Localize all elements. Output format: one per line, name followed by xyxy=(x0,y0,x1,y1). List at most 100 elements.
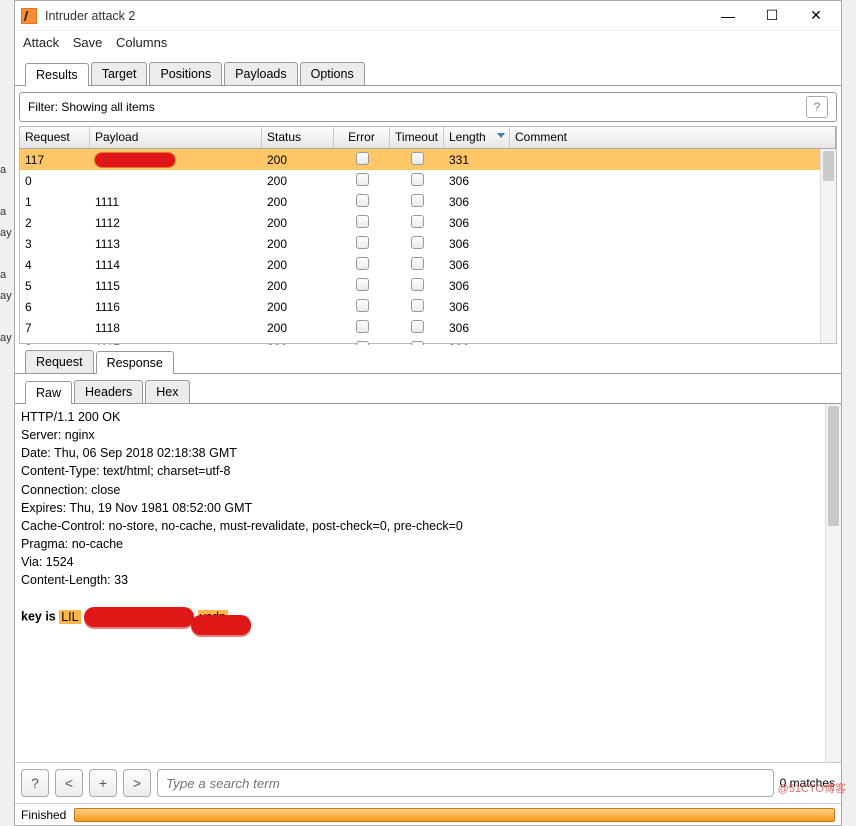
menu-columns[interactable]: Columns xyxy=(116,35,167,50)
cell-payload: 1117 xyxy=(90,340,262,346)
cell-request: 3 xyxy=(20,235,90,253)
tab-headers[interactable]: Headers xyxy=(74,380,143,403)
col-status[interactable]: Status xyxy=(262,127,334,148)
checkbox-icon xyxy=(411,341,424,346)
status-text: Finished xyxy=(21,808,66,822)
col-request[interactable]: Request xyxy=(20,127,90,148)
col-length[interactable]: Length xyxy=(444,127,510,148)
search-help-button[interactable]: ? xyxy=(21,769,49,797)
search-next-button[interactable]: > xyxy=(123,769,151,797)
checkbox-icon xyxy=(356,215,369,228)
resp-line: Via: 1524 xyxy=(21,553,835,571)
checkbox-icon xyxy=(356,173,369,186)
tab-options[interactable]: Options xyxy=(300,62,365,85)
cell-timeout xyxy=(390,339,444,346)
checkbox-icon xyxy=(356,257,369,270)
col-comment[interactable]: Comment xyxy=(510,127,836,148)
search-add-button[interactable]: + xyxy=(89,769,117,797)
cell-status: 200 xyxy=(262,193,334,211)
tab-request[interactable]: Request xyxy=(25,350,94,373)
cell-length: 306 xyxy=(444,193,510,211)
checkbox-icon xyxy=(411,236,424,249)
scrollbar[interactable] xyxy=(820,149,836,343)
checkbox-icon xyxy=(356,236,369,249)
cell-status: 200 xyxy=(262,298,334,316)
cell-comment xyxy=(510,305,836,309)
tab-response[interactable]: Response xyxy=(96,351,174,374)
watermark: @51CTO博客 xyxy=(778,780,846,796)
checkbox-icon xyxy=(411,152,424,165)
tab-raw[interactable]: Raw xyxy=(25,381,72,404)
cell-payload: 1118 xyxy=(90,319,262,337)
tab-target[interactable]: Target xyxy=(91,62,148,85)
close-button[interactable]: ✕ xyxy=(803,7,829,24)
checkbox-icon xyxy=(356,194,369,207)
cell-error xyxy=(334,276,390,296)
scrollbar[interactable] xyxy=(825,404,841,762)
table-row[interactable]: 81117200306 xyxy=(20,338,836,345)
cell-comment xyxy=(510,263,836,267)
table-row[interactable]: 21112200306 xyxy=(20,212,836,233)
cell-error xyxy=(334,339,390,346)
maximize-button[interactable]: ☐ xyxy=(759,7,785,24)
help-icon[interactable]: ? xyxy=(806,96,828,118)
resp-line: Content-Type: text/html; charset=utf-8 xyxy=(21,462,835,480)
cell-request: 0 xyxy=(20,172,90,190)
checkbox-icon xyxy=(411,278,424,291)
checkbox-icon xyxy=(356,299,369,312)
tab-positions[interactable]: Positions xyxy=(149,62,222,85)
cell-error xyxy=(334,255,390,275)
tab-results[interactable]: Results xyxy=(25,63,89,86)
sort-desc-icon xyxy=(497,133,505,138)
table-row[interactable]: 31113200306 xyxy=(20,233,836,254)
col-error[interactable]: Error xyxy=(334,127,390,148)
tab-payloads[interactable]: Payloads xyxy=(224,62,297,85)
titlebar: Intruder attack 2 — ☐ ✕ xyxy=(15,1,841,31)
search-prev-button[interactable]: < xyxy=(55,769,83,797)
cell-timeout xyxy=(390,318,444,338)
table-row[interactable]: 71118200306 xyxy=(20,317,836,338)
table-row[interactable]: 0200306 xyxy=(20,170,836,191)
cell-status: 200 xyxy=(262,256,334,274)
resp-line: Pragma: no-cache xyxy=(21,535,835,553)
checkbox-icon xyxy=(356,341,369,346)
cell-status: 200 xyxy=(262,319,334,337)
cell-request: 2 xyxy=(20,214,90,232)
redaction-mark xyxy=(191,615,251,635)
cell-length: 306 xyxy=(444,319,510,337)
col-payload[interactable]: Payload xyxy=(90,127,262,148)
main-tabs: Results Target Positions Payloads Option… xyxy=(15,56,841,86)
cell-payload: 1111 xyxy=(90,193,262,211)
detail-tabs: Request Response xyxy=(15,344,841,374)
search-bar: ? < + > 0 matches xyxy=(15,762,841,803)
cell-error xyxy=(334,297,390,317)
filter-bar[interactable]: Filter: Showing all items ? xyxy=(19,92,837,122)
checkbox-icon xyxy=(411,257,424,270)
checkbox-icon xyxy=(356,152,369,165)
resp-line: Cache-Control: no-store, no-cache, must-… xyxy=(21,517,835,535)
table-row[interactable]: 117200331 xyxy=(20,149,836,170)
cell-timeout xyxy=(390,234,444,254)
table-row[interactable]: 51115200306 xyxy=(20,275,836,296)
cell-timeout xyxy=(390,150,444,170)
cell-error xyxy=(334,213,390,233)
minimize-button[interactable]: — xyxy=(715,8,741,24)
menu-save[interactable]: Save xyxy=(73,35,103,50)
cell-status: 200 xyxy=(262,172,334,190)
progress-bar xyxy=(74,808,835,822)
cell-request: 6 xyxy=(20,298,90,316)
cell-status: 200 xyxy=(262,277,334,295)
response-body[interactable]: HTTP/1.1 200 OK Server: nginx Date: Thu,… xyxy=(15,404,841,762)
menu-attack[interactable]: Attack xyxy=(23,35,59,50)
search-input[interactable] xyxy=(157,769,774,797)
table-row[interactable]: 41114200306 xyxy=(20,254,836,275)
table-row[interactable]: 61116200306 xyxy=(20,296,836,317)
menubar: Attack Save Columns xyxy=(15,31,841,56)
redaction-mark xyxy=(84,607,194,627)
col-timeout[interactable]: Timeout xyxy=(390,127,444,148)
tab-hex[interactable]: Hex xyxy=(145,380,189,403)
table-row[interactable]: 11111200306 xyxy=(20,191,836,212)
resp-line: Connection: close xyxy=(21,481,835,499)
cell-error xyxy=(334,234,390,254)
cell-length: 306 xyxy=(444,277,510,295)
